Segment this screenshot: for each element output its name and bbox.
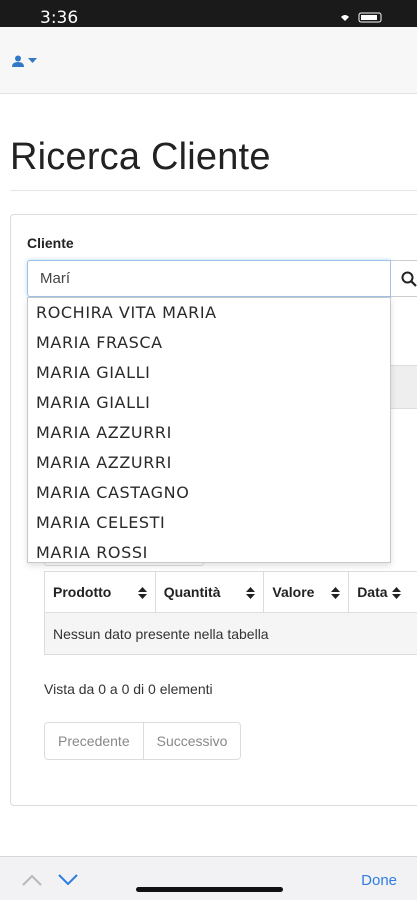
chevron-down-icon[interactable] (58, 873, 78, 891)
autocomplete-option[interactable]: MARIA CELESTI (28, 508, 390, 538)
sort-icon (137, 586, 147, 602)
empty-table-message: Nessun dato presente nella tabella (44, 612, 417, 655)
done-button[interactable]: Done (361, 872, 397, 889)
autocomplete-option[interactable]: MARIA GIALLI (28, 388, 390, 418)
home-indicator (136, 887, 283, 892)
top-navbar (0, 27, 417, 94)
keyboard-accessory-bar: Done (0, 856, 417, 900)
column-header-data[interactable]: Data (348, 571, 417, 613)
page-title: Ricerca Cliente (10, 136, 271, 178)
status-bar: 3:36 (0, 0, 417, 28)
chevron-up-icon[interactable] (22, 873, 42, 891)
autocomplete-option[interactable]: MARIA FRASCA (28, 328, 390, 358)
column-header-valore[interactable]: Valore (263, 571, 350, 613)
autocomplete-option[interactable]: MARIA ROSSI (28, 538, 390, 562)
wifi-battery-icons (339, 10, 389, 26)
autocomplete-option[interactable]: MARIA GIALLI (28, 358, 390, 388)
table-info: Vista da 0 a 0 di 0 elementi (44, 681, 213, 697)
sort-icon (246, 586, 256, 602)
pagination: Precedente Successivo (44, 722, 242, 760)
search-button[interactable] (391, 260, 417, 297)
sort-icon (392, 586, 402, 602)
sort-icon (331, 586, 341, 602)
autocomplete-option[interactable]: MARIA AZZURRI (28, 418, 390, 448)
next-page-button[interactable]: Successivo (142, 723, 241, 759)
table-row-empty: Nessun dato presente nella tabella (44, 612, 417, 655)
cliente-label: Cliente (27, 235, 74, 251)
results-table: Prodotto Quantità Valore Data Nessun dat… (44, 571, 417, 655)
previous-page-button[interactable]: Precedente (45, 723, 143, 759)
column-header-prodotto[interactable]: Prodotto (44, 571, 156, 613)
user-icon (12, 55, 24, 67)
autocomplete-option[interactable]: MARIA CASTAGNO (28, 478, 390, 508)
caret-down-icon (28, 58, 37, 64)
autocomplete-dropdown: ROCHIRA VITA MARIA MARIA FRASCA MARIA GI… (27, 297, 391, 563)
user-menu-button[interactable] (12, 55, 37, 67)
status-time: 3:36 (40, 8, 79, 28)
title-divider (10, 190, 417, 191)
column-header-quantita[interactable]: Quantità (154, 571, 265, 613)
autocomplete-option[interactable]: ROCHIRA VITA MARIA (28, 298, 390, 328)
cliente-search-input[interactable] (27, 260, 391, 297)
autocomplete-option[interactable]: MARIA AZZURRI (28, 448, 390, 478)
